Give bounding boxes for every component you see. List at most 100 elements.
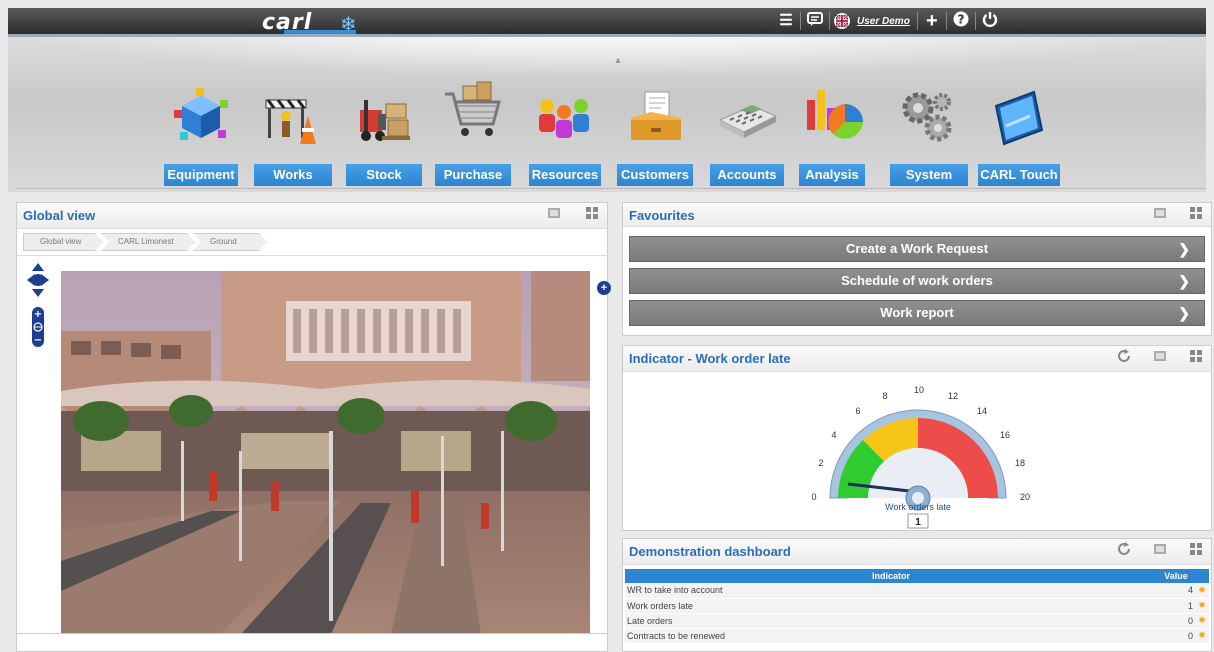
chevron-right-icon: ❯: [1178, 273, 1190, 289]
gear-icon[interactable]: ✹: [1195, 583, 1209, 599]
table-row[interactable]: Work orders late 1 ✹: [625, 598, 1209, 614]
global-view-panel: Global view Global view CARL Limonest Gr…: [16, 202, 611, 652]
module-label: Analysis: [799, 164, 865, 186]
panel-bottom-line: [16, 633, 608, 634]
column-header-blank: [1195, 569, 1209, 583]
analysis-icon: [807, 90, 863, 139]
carl-touch-icon: [994, 90, 1044, 146]
band-divider: [16, 188, 1206, 189]
uk-flag-icon[interactable]: [834, 13, 850, 29]
gauge-tick-label: 10: [914, 385, 924, 395]
row-label: Contracts to be renewed: [625, 628, 1157, 644]
column-header: Indicator: [625, 569, 1157, 583]
favourite-label: Create a Work Request: [845, 241, 989, 256]
top-toolbar: ☰ User Demo + ?: [776, 10, 1000, 32]
favourites-panel: Favourites Create a Work Request ❯ Schedu…: [622, 202, 1212, 336]
gauge-tick-label: 20: [1020, 492, 1030, 502]
collapse-arrow-icon[interactable]: ▲: [600, 55, 636, 65]
row-label: Work orders late: [625, 598, 1157, 614]
gear-icon[interactable]: ✹: [1195, 598, 1209, 614]
row-value: 1: [1157, 598, 1195, 614]
gauge-tick-label: 6: [855, 406, 860, 416]
late-orders-gauge: 0 2 4 6 8 10 12 14 16 18 20 Work orders …: [811, 385, 1030, 529]
row-value: 4: [1157, 583, 1195, 599]
screenshot-icon[interactable]: [1151, 542, 1169, 560]
gauge-value: 1: [915, 517, 921, 528]
panel-header: Favourites: [623, 203, 1211, 227]
refresh-icon[interactable]: [1115, 542, 1133, 560]
pan-arrows-icon[interactable]: [27, 263, 49, 297]
gear-icon[interactable]: ✹: [1195, 613, 1209, 629]
chat-icon[interactable]: [805, 11, 825, 31]
module-label: Works: [254, 164, 332, 186]
expand-plus-icon[interactable]: +: [597, 281, 611, 295]
menu-icon[interactable]: ☰: [776, 11, 796, 31]
screenshot-icon[interactable]: [545, 206, 563, 224]
breadcrumb: Global view CARL Limonest Ground floor: [23, 233, 265, 251]
zoom-in-icon[interactable]: +: [34, 309, 42, 320]
plus-icon[interactable]: +: [922, 11, 942, 31]
module-label: System: [890, 164, 968, 186]
column-header: Value: [1157, 569, 1195, 583]
table-row[interactable]: Late orders 0 ✹: [625, 613, 1209, 629]
gauge-tick-label: 2: [818, 458, 823, 468]
toolbar-separator: [945, 12, 947, 30]
breadcrumb-item[interactable]: CARL Limonest: [101, 233, 195, 251]
chevron-right-icon: ❯: [1178, 241, 1190, 257]
top-bar: [8, 8, 1206, 34]
toolbar-separator: [916, 12, 918, 30]
power-icon[interactable]: [980, 11, 1000, 31]
indicator-panel: Indicator - Work order late 0 2 4 6 8 10…: [622, 345, 1212, 531]
gauge-label: Work orders late: [885, 502, 951, 512]
grid-menu-icon[interactable]: [583, 206, 601, 224]
toolbar-separator: [829, 12, 830, 30]
table-row[interactable]: Contracts to be renewed 0 ✹: [625, 628, 1209, 644]
panel-title: Demonstration dashboard: [629, 544, 791, 559]
stock-icon: [360, 100, 410, 141]
chevron-right-icon: ❯: [1178, 305, 1190, 321]
favourite-label: Schedule of work orders: [841, 273, 993, 288]
breadcrumb-divider: [17, 255, 609, 256]
favourite-button[interactable]: Create a Work Request ❯: [629, 236, 1205, 262]
grid-menu-icon[interactable]: [1187, 542, 1205, 560]
gauge-tick-label: 16: [1000, 430, 1010, 440]
panel-header: Indicator - Work order late: [623, 346, 1211, 372]
table-row[interactable]: WR to take into account 4 ✹: [625, 583, 1209, 599]
dashboard-panel: Demonstration dashboard Indicator Value …: [622, 538, 1212, 652]
module-label: Purchase: [435, 164, 511, 186]
panel-title: Global view: [23, 208, 96, 223]
breadcrumb-item[interactable]: Global view: [23, 233, 103, 251]
grid-menu-icon[interactable]: [1187, 206, 1205, 224]
screenshot-icon[interactable]: [1151, 349, 1169, 367]
row-value: 0: [1157, 613, 1195, 629]
favourite-button[interactable]: Work report ❯: [629, 300, 1205, 326]
equipment-icon: [174, 88, 228, 140]
panel-title: Indicator - Work order late: [629, 351, 791, 366]
module-label: Equipment: [164, 164, 238, 186]
refresh-icon[interactable]: [1115, 349, 1133, 367]
customers-icon: [631, 91, 681, 140]
gauge-tick-label: 8: [882, 391, 887, 401]
gauge-tick-label: 18: [1015, 458, 1025, 468]
favourite-button[interactable]: Schedule of work orders ❯: [629, 268, 1205, 294]
screenshot-icon[interactable]: [1151, 206, 1169, 224]
gear-icon[interactable]: ✹: [1195, 628, 1209, 644]
breadcrumb-item[interactable]: Ground floor: [193, 233, 267, 251]
gauge-tick-label: 14: [977, 406, 987, 416]
grid-menu-icon[interactable]: [1187, 349, 1205, 367]
location-photo: [61, 271, 590, 634]
module-label: Stock: [346, 164, 422, 186]
row-value: 0: [1157, 628, 1195, 644]
table-header-row: Indicator Value: [625, 569, 1209, 583]
module-label: Customers: [617, 164, 693, 186]
map-pan-zoom-control[interactable]: + −: [27, 263, 49, 347]
favourite-label: Work report: [880, 305, 954, 320]
user-link[interactable]: User Demo: [854, 16, 913, 27]
svg-text:?: ?: [957, 13, 964, 27]
resources-icon: [539, 99, 589, 138]
gauge-tick-label: 4: [831, 430, 836, 440]
zoom-out-icon[interactable]: −: [34, 335, 42, 346]
help-icon[interactable]: ?: [951, 11, 971, 31]
gauge-tick-label: 0: [811, 492, 816, 502]
system-icon: [902, 92, 952, 142]
